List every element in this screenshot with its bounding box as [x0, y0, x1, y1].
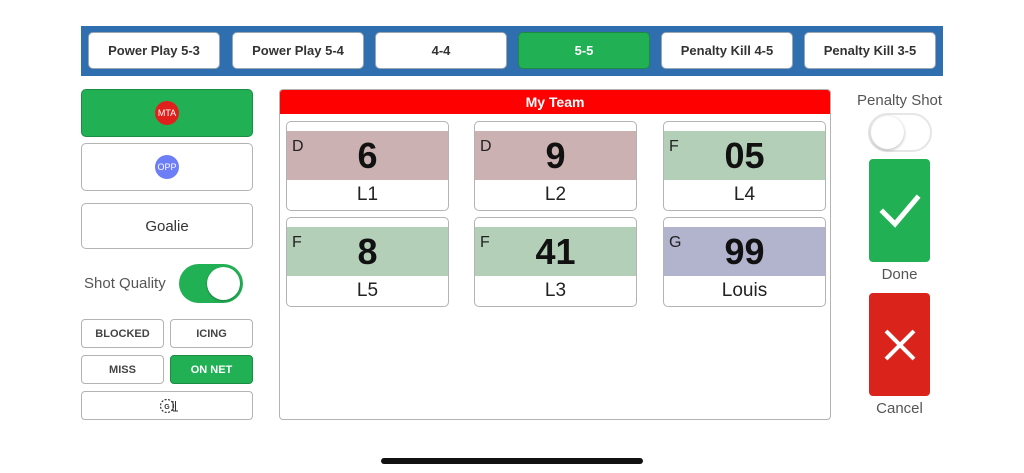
player-card[interactable]: F 05 L4 — [663, 121, 826, 211]
goal-button[interactable]: G — [81, 391, 253, 420]
tab-4-4[interactable]: 4-4 — [375, 32, 507, 69]
player-number: 99 — [724, 231, 765, 272]
shot-quality-label: Shot Quality — [84, 275, 166, 292]
on-net-button[interactable]: ON NET — [170, 355, 253, 384]
player-card[interactable]: F 41 L3 — [474, 217, 637, 307]
player-number: 9 — [545, 135, 566, 176]
blocked-button[interactable]: BLOCKED — [81, 319, 164, 348]
strength-selector-bar: Power Play 5-3 Power Play 5-4 4-4 5-5 Pe… — [81, 26, 943, 76]
miss-button[interactable]: MISS — [81, 355, 164, 384]
penalty-shot-toggle[interactable] — [868, 113, 932, 152]
tab-penalty-kill-3-5[interactable]: Penalty Kill 3-5 — [804, 32, 936, 69]
player-number: 8 — [357, 231, 378, 272]
tab-5-5[interactable]: 5-5 — [518, 32, 650, 69]
toggle-knob — [871, 116, 904, 149]
checkmark-icon — [878, 193, 921, 228]
home-indicator[interactable] — [381, 458, 643, 464]
player-card[interactable]: D 9 L2 — [474, 121, 637, 211]
player-name: L5 — [356, 280, 379, 301]
opp-team-badge: OPP — [155, 155, 179, 179]
toggle-knob — [207, 267, 240, 300]
player-card[interactable]: G 99 Louis — [663, 217, 826, 307]
player-number: 6 — [357, 135, 378, 176]
player-name: L4 — [733, 184, 756, 205]
tab-power-play-5-4[interactable]: Power Play 5-4 — [232, 32, 364, 69]
player-card[interactable]: F 8 L5 — [286, 217, 449, 307]
player-name: Louis — [721, 280, 768, 301]
team-mta-button[interactable]: MTA — [81, 89, 253, 137]
team-opp-button[interactable]: OPP — [81, 143, 253, 191]
player-card[interactable]: D 6 L1 — [286, 121, 449, 211]
close-icon — [884, 329, 915, 360]
player-name: L1 — [356, 184, 379, 205]
player-name: L3 — [544, 280, 567, 301]
cancel-label: Cancel — [876, 400, 923, 417]
shot-quality-toggle[interactable] — [179, 264, 243, 303]
done-label: Done — [881, 266, 918, 283]
mta-team-badge: MTA — [155, 101, 179, 125]
player-number: 41 — [535, 231, 576, 272]
player-name: L2 — [544, 184, 567, 205]
tab-power-play-5-3[interactable]: Power Play 5-3 — [88, 32, 220, 69]
penalty-shot-label: Penalty Shot — [857, 92, 943, 109]
tab-penalty-kill-4-5[interactable]: Penalty Kill 4-5 — [661, 32, 793, 69]
cancel-button[interactable] — [869, 293, 930, 396]
icing-button[interactable]: ICING — [170, 319, 253, 348]
goalie-button[interactable]: Goalie — [81, 203, 253, 249]
svg-text:G: G — [164, 404, 170, 411]
roster-title: My Team — [280, 90, 830, 114]
roster-panel: My Team D 6 L1 D 9 L2 F 05 L4 F 8 L5 F 4… — [279, 89, 831, 420]
done-button[interactable] — [869, 159, 930, 262]
goal-icon: G — [159, 398, 178, 413]
player-number: 05 — [724, 135, 765, 176]
